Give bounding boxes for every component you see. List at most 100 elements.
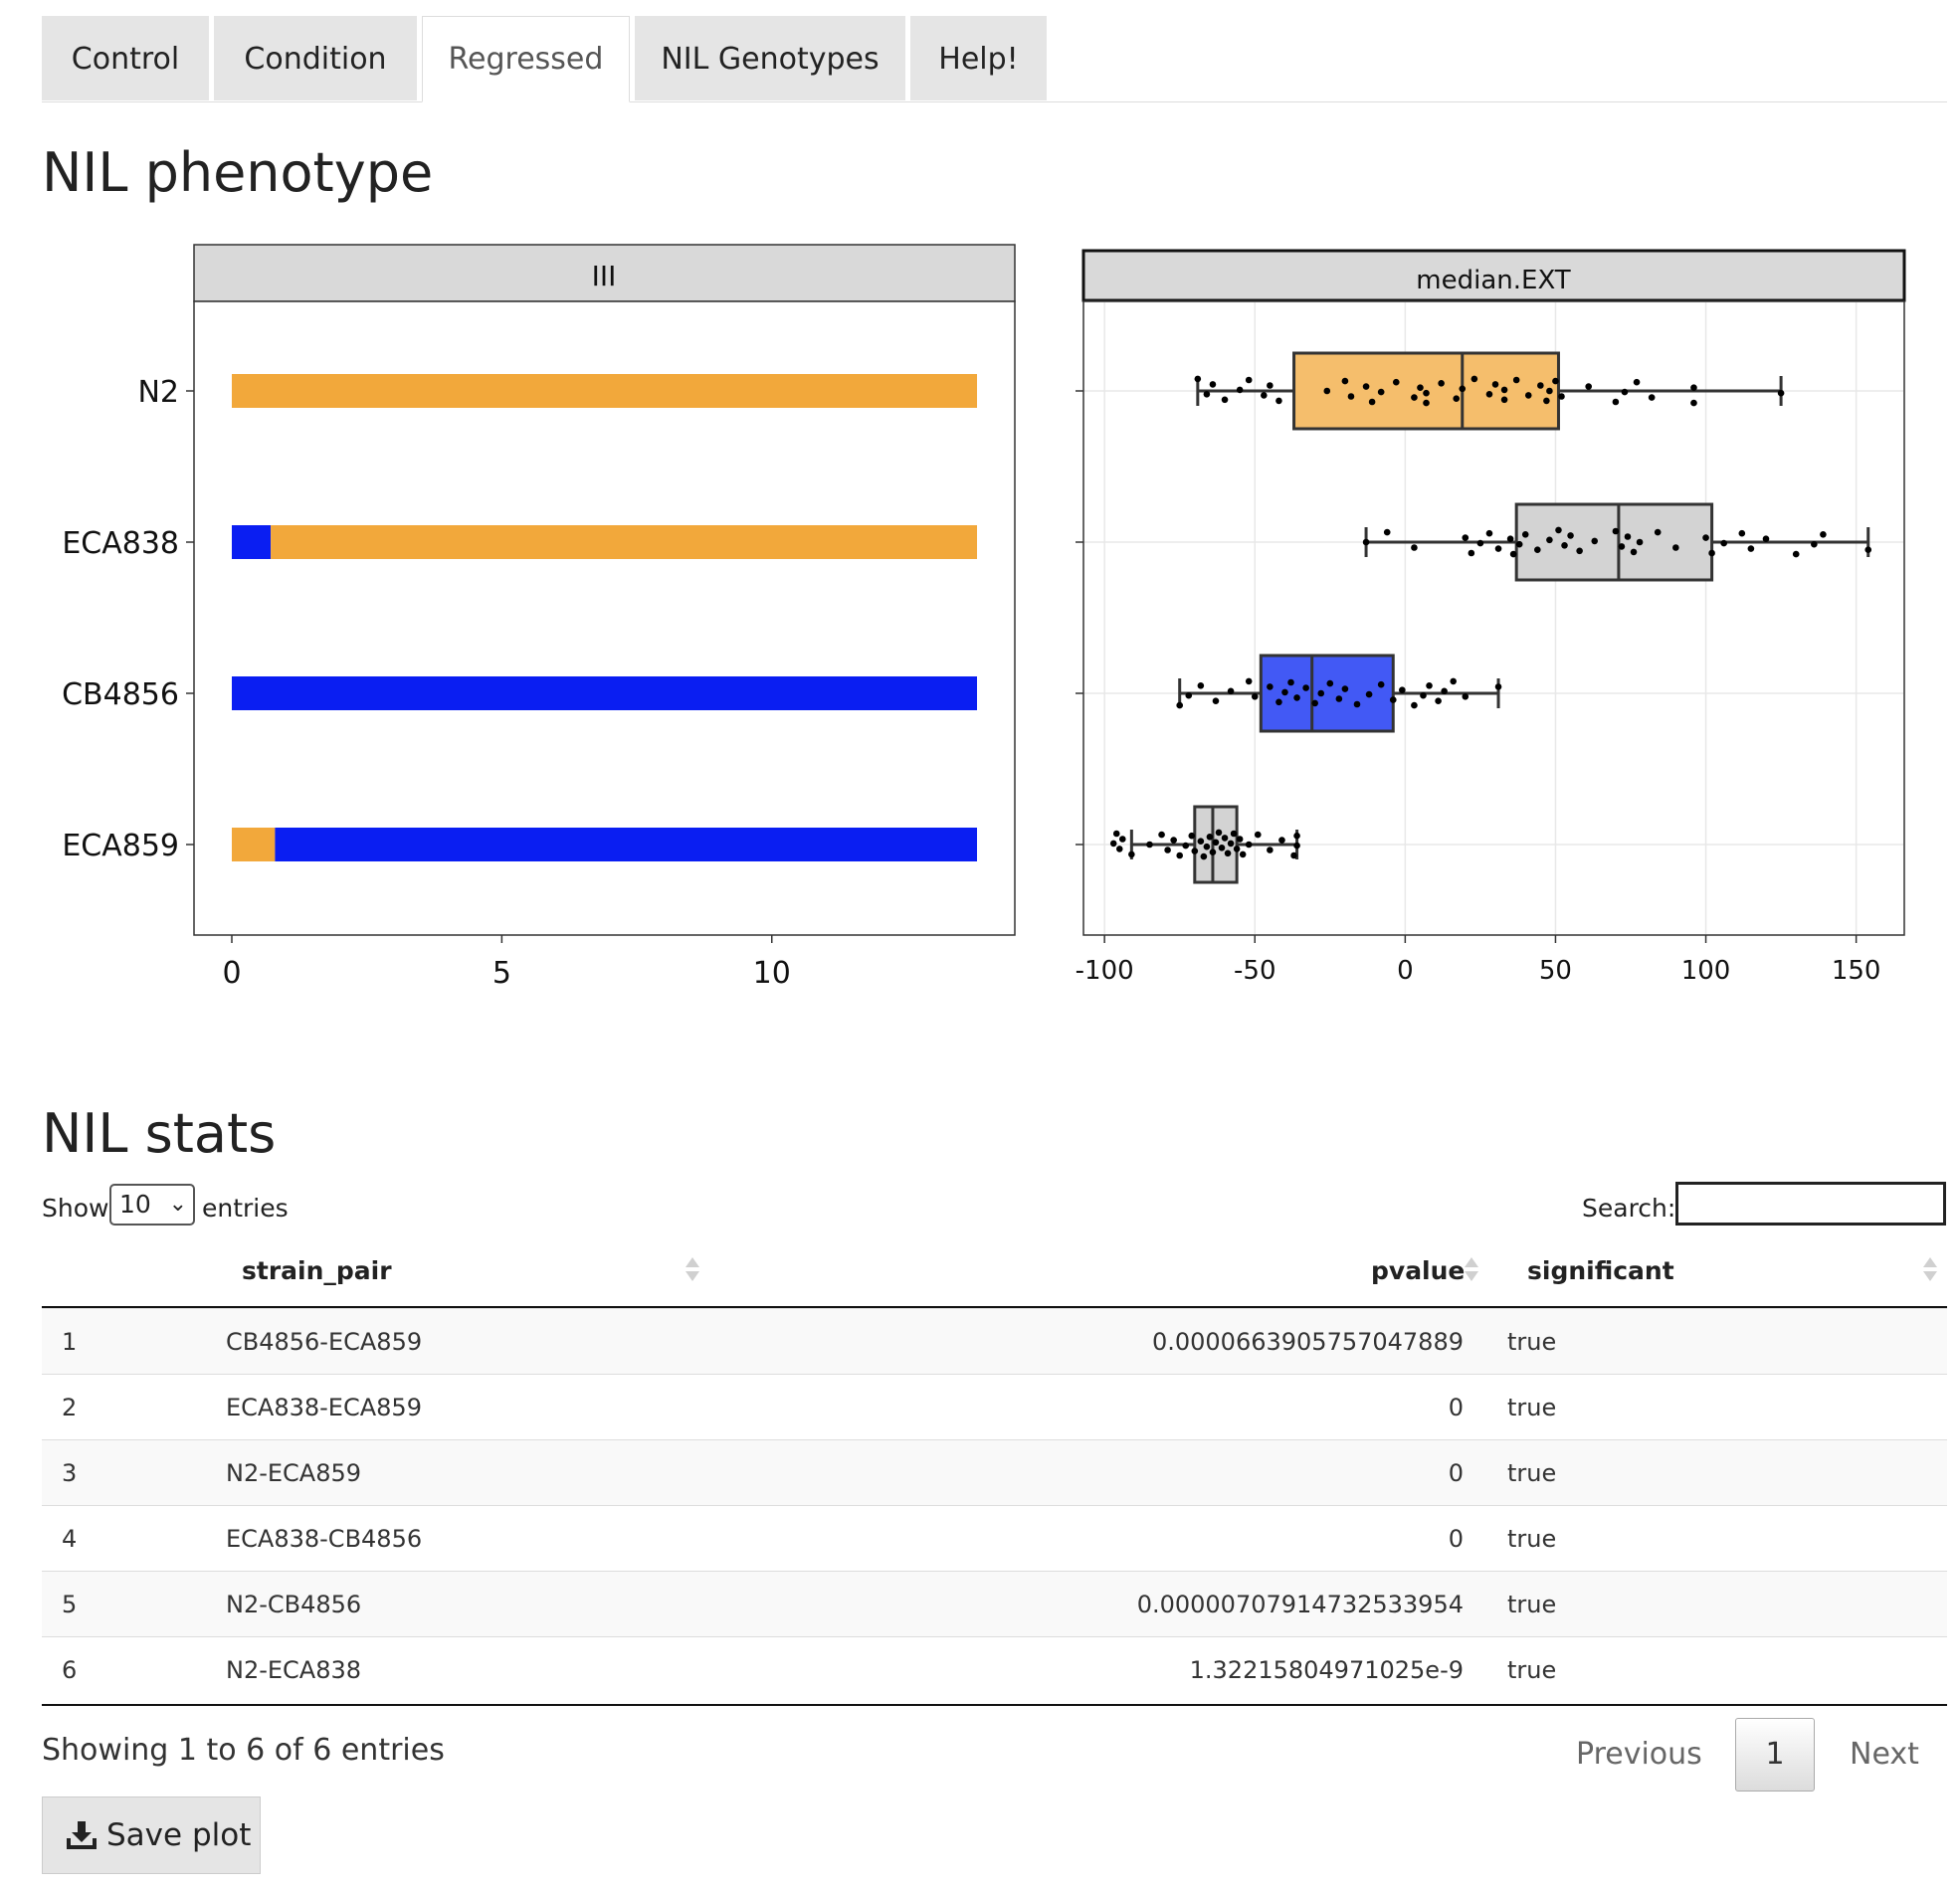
table-row[interactable]: 2 ECA838-ECA859 0 true bbox=[42, 1374, 1947, 1439]
table-row[interactable]: 1 CB4856-ECA859 0.0000663905757047889 tr… bbox=[42, 1308, 1947, 1374]
data-point bbox=[1317, 689, 1325, 697]
data-point bbox=[1335, 695, 1343, 702]
save-plot-button[interactable]: Save plot bbox=[42, 1796, 261, 1874]
data-point bbox=[1494, 683, 1502, 690]
data-point bbox=[1368, 398, 1376, 406]
data-point bbox=[1287, 678, 1294, 686]
data-point bbox=[1221, 835, 1229, 842]
data-point bbox=[1293, 842, 1300, 850]
data-point bbox=[1423, 399, 1430, 407]
save-plot-label: Save plot bbox=[106, 1817, 252, 1853]
data-point bbox=[1438, 380, 1445, 387]
data-point bbox=[1267, 683, 1274, 690]
strain-pair-cell: ECA838-ECA859 bbox=[226, 1394, 422, 1421]
data-point bbox=[1383, 528, 1391, 536]
row-index: 3 bbox=[62, 1459, 78, 1487]
data-point bbox=[1236, 386, 1244, 394]
data-point bbox=[1203, 391, 1211, 398]
column-header-significant[interactable]: significant bbox=[1527, 1256, 1674, 1285]
data-point bbox=[1353, 700, 1361, 708]
table-row[interactable]: 6 N2-ECA838 1.32215804971025e-9 true bbox=[42, 1636, 1947, 1702]
x-tick-label: 0 bbox=[1397, 956, 1414, 986]
table-row[interactable]: 3 N2-ECA859 0 true bbox=[42, 1439, 1947, 1505]
data-point bbox=[1543, 397, 1550, 405]
data-point bbox=[1633, 378, 1641, 386]
genotype-panel: III N2 ECA838 CB4856 ECA859 0 5 10 bbox=[62, 244, 1016, 991]
data-point bbox=[1239, 850, 1247, 858]
data-point bbox=[1621, 388, 1629, 396]
previous-page-button[interactable]: Previous bbox=[1576, 1737, 1702, 1772]
data-point bbox=[1506, 535, 1514, 542]
genotype-segment bbox=[231, 374, 978, 408]
data-point bbox=[1690, 384, 1697, 392]
data-point bbox=[1389, 696, 1397, 703]
search-input[interactable] bbox=[1675, 1182, 1946, 1226]
length-label-post: entries bbox=[202, 1194, 289, 1223]
page-1-button[interactable]: 1 bbox=[1735, 1718, 1815, 1792]
data-point bbox=[1494, 545, 1502, 552]
data-point bbox=[1158, 831, 1165, 839]
data-point bbox=[1209, 849, 1217, 855]
data-point bbox=[1118, 836, 1126, 843]
data-point bbox=[1636, 538, 1644, 546]
data-point bbox=[1546, 387, 1553, 395]
x-tick-label: 150 bbox=[1832, 956, 1881, 986]
sort-icon[interactable] bbox=[686, 1255, 699, 1285]
table-row[interactable]: 5 N2-CB4856 0.00000707914732533954 true bbox=[42, 1571, 1947, 1636]
data-point bbox=[1537, 382, 1544, 389]
data-point bbox=[1109, 840, 1117, 848]
genotype-segment bbox=[231, 828, 276, 861]
data-point bbox=[1176, 701, 1184, 709]
phenotype-panel: median.EXT -100 -50 0 50 100 150 bbox=[1076, 249, 1906, 986]
row-index: 5 bbox=[62, 1591, 78, 1618]
data-point bbox=[1200, 852, 1208, 860]
column-header-pvalue[interactable]: pvalue bbox=[1371, 1256, 1465, 1285]
sort-icon[interactable] bbox=[1923, 1255, 1937, 1285]
data-point bbox=[1470, 375, 1478, 383]
entries-length-select[interactable]: 10 ⌄ bbox=[109, 1184, 195, 1226]
genotype-segment bbox=[231, 525, 272, 559]
data-point bbox=[1411, 544, 1418, 551]
data-point bbox=[1654, 528, 1662, 536]
genotype-segment bbox=[231, 676, 978, 710]
stats-title: NIL stats bbox=[42, 1102, 277, 1165]
data-point bbox=[1194, 375, 1202, 383]
data-point bbox=[1362, 383, 1370, 390]
data-point bbox=[1747, 545, 1755, 552]
data-point bbox=[1233, 846, 1241, 852]
data-point bbox=[1426, 682, 1433, 689]
data-point bbox=[1417, 384, 1424, 392]
entries-length-value: 10 bbox=[119, 1190, 151, 1219]
pvalue-cell: 1.32215804971025e-9 bbox=[1189, 1656, 1464, 1684]
data-point bbox=[1612, 398, 1620, 406]
data-point bbox=[1227, 840, 1235, 848]
chevron-down-icon: ⌄ bbox=[168, 1192, 187, 1217]
x-tick-label: -100 bbox=[1076, 956, 1134, 986]
data-point bbox=[1236, 836, 1244, 843]
column-header-strain-pair[interactable]: strain_pair bbox=[242, 1256, 392, 1285]
data-point bbox=[1515, 540, 1523, 548]
data-point bbox=[1146, 841, 1153, 849]
x-tick-label: 100 bbox=[1681, 956, 1731, 986]
data-point bbox=[1326, 679, 1334, 687]
sort-icon[interactable] bbox=[1465, 1255, 1478, 1285]
data-point bbox=[1708, 549, 1715, 557]
data-point bbox=[1245, 376, 1253, 384]
data-point bbox=[1245, 841, 1253, 849]
significant-cell: true bbox=[1507, 1525, 1557, 1553]
data-point bbox=[1197, 838, 1205, 845]
data-point bbox=[1182, 842, 1190, 850]
data-point bbox=[1302, 684, 1309, 691]
data-point bbox=[1218, 845, 1226, 851]
data-point bbox=[1468, 549, 1475, 557]
data-point bbox=[1534, 546, 1541, 553]
data-point bbox=[1591, 537, 1599, 545]
data-point bbox=[1558, 393, 1565, 400]
data-point bbox=[1245, 677, 1253, 685]
strain-pair-cell: N2-CB4856 bbox=[226, 1591, 362, 1618]
table-row[interactable]: 4 ECA838-CB4856 0 true bbox=[42, 1505, 1947, 1571]
data-point bbox=[1561, 542, 1568, 549]
data-point bbox=[1293, 832, 1300, 840]
row-index: 4 bbox=[62, 1525, 78, 1553]
next-page-button[interactable]: Next bbox=[1850, 1737, 1919, 1772]
